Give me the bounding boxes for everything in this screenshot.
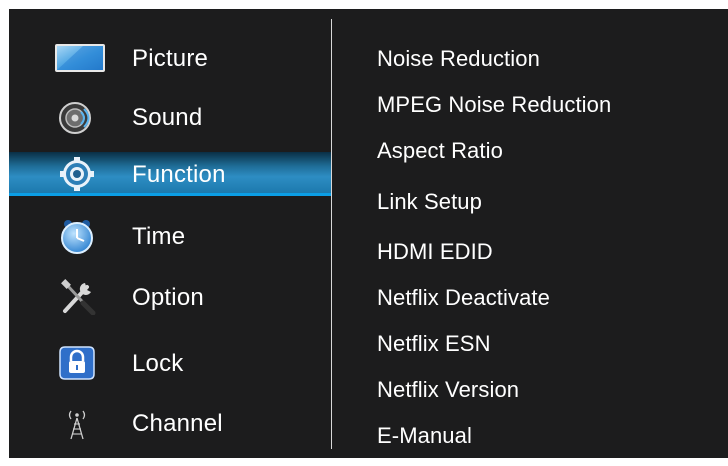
- menu-item-function[interactable]: Function: [9, 152, 331, 196]
- menu-divider: [331, 19, 332, 449]
- picture-icon: [53, 40, 107, 76]
- menu-item-option[interactable]: Option: [9, 275, 331, 319]
- menu-label-time: Time: [132, 223, 186, 250]
- submenu-item-mpeg-noise-reduction[interactable]: MPEG Noise Reduction: [377, 92, 611, 118]
- antenna-icon: [53, 405, 107, 441]
- sound-icon: [53, 99, 107, 135]
- tv-menu-screen: Picture Sound Function Time Option Lock …: [9, 9, 728, 458]
- clock-icon: [53, 218, 107, 254]
- submenu-item-netflix-esn[interactable]: Netflix ESN: [377, 331, 491, 357]
- submenu-item-netflix-deactivate[interactable]: Netflix Deactivate: [377, 285, 550, 311]
- menu-item-lock[interactable]: Lock: [9, 341, 331, 385]
- menu-item-picture[interactable]: Picture: [9, 36, 331, 80]
- submenu-item-noise-reduction[interactable]: Noise Reduction: [377, 46, 540, 72]
- menu-item-time[interactable]: Time: [9, 214, 331, 258]
- tools-icon: [53, 279, 107, 315]
- submenu-item-hdmi-edid[interactable]: HDMI EDID: [377, 239, 493, 265]
- menu-label-sound: Sound: [132, 104, 203, 131]
- menu-label-lock: Lock: [132, 350, 184, 377]
- lock-icon: [53, 345, 107, 381]
- submenu-item-netflix-version[interactable]: Netflix Version: [377, 377, 519, 403]
- menu-label-function: Function: [132, 161, 226, 188]
- submenu-item-e-manual[interactable]: E-Manual: [377, 423, 472, 449]
- menu-label-channel: Channel: [132, 410, 223, 437]
- menu-item-sound[interactable]: Sound: [9, 95, 331, 139]
- submenu-item-aspect-ratio[interactable]: Aspect Ratio: [377, 138, 503, 164]
- menu-item-channel[interactable]: Channel: [9, 401, 331, 445]
- menu-label-option: Option: [132, 284, 204, 311]
- gear-icon: [53, 156, 107, 192]
- menu-label-picture: Picture: [132, 45, 209, 72]
- submenu-item-link-setup[interactable]: Link Setup: [377, 189, 482, 215]
